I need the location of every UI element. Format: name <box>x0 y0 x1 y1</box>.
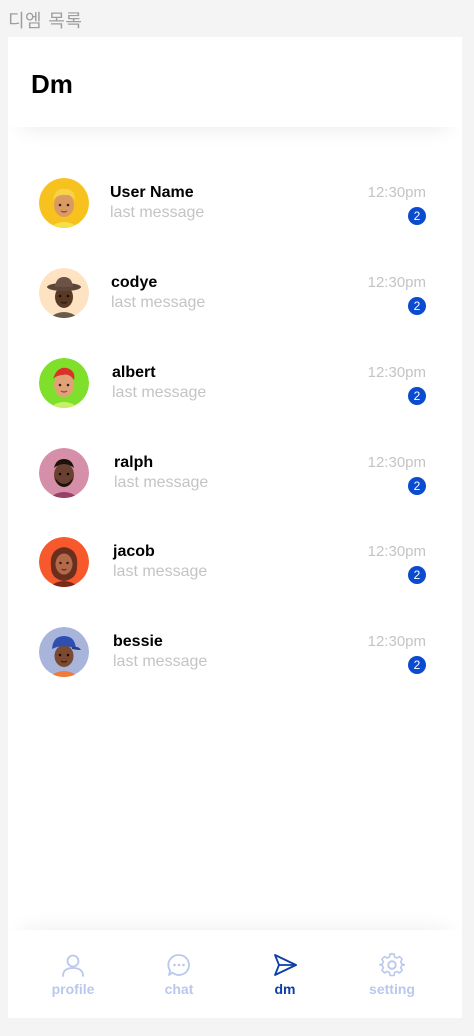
nav-tab-setting[interactable]: setting <box>335 930 449 1018</box>
nav-label: setting <box>369 981 415 997</box>
avatar <box>39 268 89 318</box>
conversation-row-2[interactable]: albert last message 12:30pm 2 <box>8 358 462 428</box>
avatar <box>39 627 89 677</box>
contact-name: ralph <box>114 454 154 471</box>
nav-label: dm <box>274 981 296 997</box>
unread-count-badge: 2 <box>408 207 426 225</box>
avatar-image <box>39 448 89 498</box>
last-message-preview: last message <box>113 563 208 580</box>
contact-name: albert <box>112 364 156 381</box>
message-time: 12:30pm <box>367 364 426 381</box>
nav-tab-chat[interactable]: chat <box>122 930 236 1018</box>
avatar-image <box>39 268 89 318</box>
unread-count-badge: 2 <box>408 297 426 315</box>
avatar <box>39 358 89 408</box>
last-message-preview: last message <box>112 384 207 401</box>
avatar-image <box>39 178 89 228</box>
frame-label: 디엠 목록 <box>8 11 83 32</box>
nav-tab-dm[interactable]: dm <box>228 930 342 1018</box>
unread-count-badge: 2 <box>408 387 426 405</box>
paper-plane-icon <box>274 954 297 976</box>
avatar-image <box>39 358 89 408</box>
avatar-image <box>39 627 89 677</box>
avatar <box>39 178 89 228</box>
conversation-row-3[interactable]: ralph last message 12:30pm 2 <box>8 448 462 518</box>
contact-name: User Name <box>110 184 194 201</box>
conversation-row-1[interactable]: codye last message 12:30pm 2 <box>8 268 462 338</box>
app-header: Dm <box>8 37 462 127</box>
dm-list-screen: User Name last message 12:30pm 2 codye l… <box>8 37 462 1018</box>
nav-tab-profile[interactable]: profile <box>16 930 130 1018</box>
nav-label: profile <box>51 981 95 997</box>
unread-count-badge: 2 <box>408 566 426 584</box>
avatar <box>39 448 89 498</box>
avatar <box>39 537 89 587</box>
last-message-preview: last message <box>114 474 209 491</box>
last-message-preview: last message <box>111 294 206 311</box>
contact-name: jacob <box>113 543 155 560</box>
page-title: Dm <box>31 69 73 99</box>
message-time: 12:30pm <box>367 184 426 201</box>
message-time: 12:30pm <box>367 633 426 650</box>
avatar-image <box>39 537 89 587</box>
conversation-row-4[interactable]: jacob last message 12:30pm 2 <box>8 537 462 607</box>
last-message-preview: last message <box>113 653 208 670</box>
chat-bubble-icon <box>167 954 190 976</box>
nav-label: chat <box>164 981 194 997</box>
conversation-row-5[interactable]: bessie last message 12:30pm 2 <box>8 627 462 697</box>
user-icon <box>62 954 84 977</box>
bottom-navigation: profile chat dm setting <box>8 930 462 1018</box>
message-time: 12:30pm <box>367 543 426 560</box>
contact-name: bessie <box>113 633 163 650</box>
gear-icon <box>379 953 405 977</box>
unread-count-badge: 2 <box>408 477 426 495</box>
message-time: 12:30pm <box>367 454 426 471</box>
last-message-preview: last message <box>110 204 205 221</box>
message-time: 12:30pm <box>367 274 426 291</box>
unread-count-badge: 2 <box>408 656 426 674</box>
contact-name: codye <box>111 274 158 291</box>
conversation-row-0[interactable]: User Name last message 12:30pm 2 <box>8 178 462 248</box>
